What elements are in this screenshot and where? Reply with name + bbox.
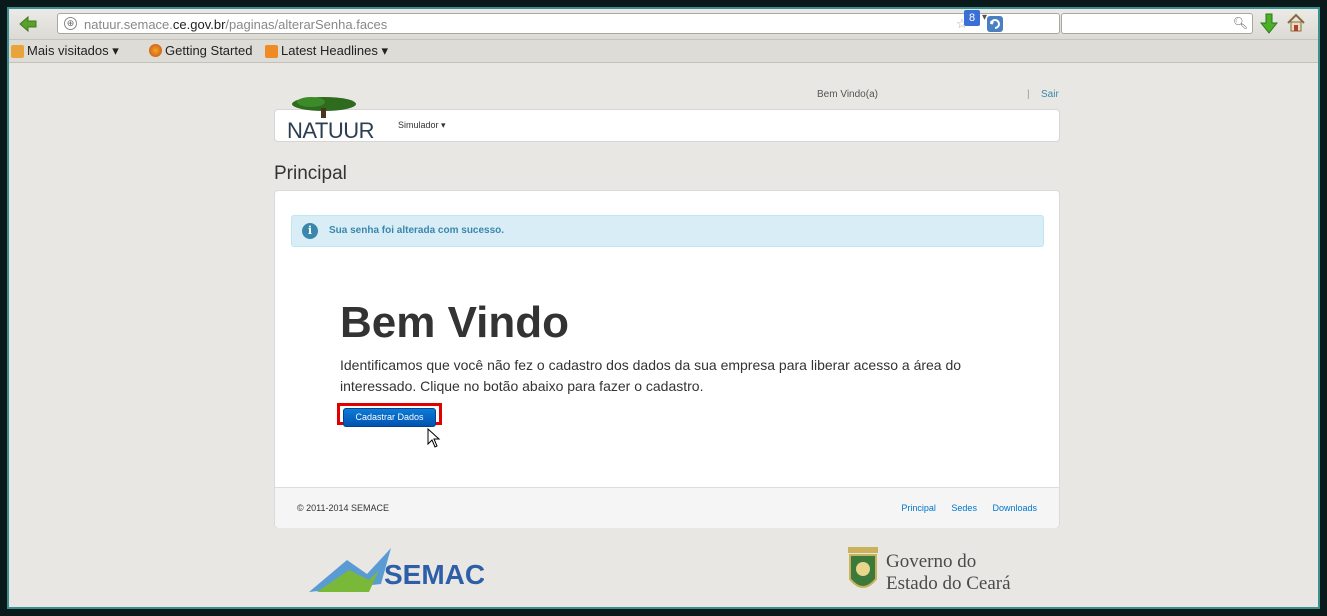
hero-text: Identificamos que você não fez o cadastr…	[340, 357, 962, 394]
cta-highlight-box: Cadastrar Dados	[337, 403, 442, 427]
search-engine-icon[interactable]: 8	[964, 10, 980, 26]
site-identity-icon[interactable]: ⊕	[64, 17, 77, 30]
svg-text:Estado do Ceará: Estado do Ceará	[886, 573, 1011, 594]
search-engine-dropdown-icon[interactable]: ▾	[982, 12, 987, 23]
footer-link-downloads[interactable]: Downloads	[992, 503, 1037, 513]
footer-links: Principal Sedes Downloads	[888, 503, 1037, 513]
web-page: Bem Vindo(a) | Sair NATUUR Simulador ▾ P…	[9, 63, 1318, 607]
logo-text: NATUUR	[287, 118, 375, 143]
semace-logo: SEMACE	[309, 548, 484, 592]
url-bar[interactable]: ⊕ natuur.semace.ce.gov.br/paginas/altera…	[57, 13, 1060, 34]
page-title: Principal	[274, 163, 347, 184]
success-alert: i Sua senha foi alterada com sucesso.	[291, 215, 1044, 247]
copyright-text: © 2011-2014 SEMACE	[297, 503, 390, 513]
governo-ceara-logo: Governo do Estado do Ceará	[848, 547, 1011, 594]
simulador-dropdown[interactable]: Simulador ▾	[398, 120, 446, 131]
logout-link[interactable]: Sair	[1041, 89, 1059, 100]
browser-toolbar: ⊕ natuur.semace.ce.gov.br/paginas/altera…	[9, 9, 1318, 40]
bookmark-most-visited[interactable]: Mais visitados ▾	[11, 43, 119, 59]
back-arrow-icon[interactable]	[19, 15, 37, 33]
firefox-icon	[149, 44, 162, 57]
info-icon: i	[302, 223, 318, 239]
header-separator: |	[1027, 89, 1030, 100]
screenshot-frame: ⊕ natuur.semace.ce.gov.br/paginas/altera…	[7, 7, 1320, 609]
panel-footer: © 2011-2014 SEMACE Principal Sedes Downl…	[275, 487, 1059, 528]
search-input[interactable]: 🔍︎	[1061, 13, 1253, 34]
footer-link-sedes[interactable]: Sedes	[951, 503, 977, 513]
reload-icon[interactable]	[986, 15, 1004, 33]
svg-text:SEMACE: SEMACE	[384, 559, 484, 590]
rss-icon	[265, 44, 278, 58]
bookmark-getting-started[interactable]: Getting Started	[149, 43, 252, 58]
welcome-user-text: Bem Vindo(a)	[817, 89, 878, 100]
download-arrow-icon[interactable]	[1260, 13, 1278, 35]
cadastrar-dados-button[interactable]: Cadastrar Dados	[343, 408, 436, 427]
tree-icon	[292, 97, 356, 118]
bookmarks-toolbar: Mais visitados ▾ Getting Started Latest …	[9, 40, 1318, 63]
hero-title: Bem Vindo	[340, 298, 570, 347]
mouse-cursor-icon	[427, 428, 441, 448]
svg-text:Governo do: Governo do	[886, 551, 976, 572]
footer-link-principal[interactable]: Principal	[901, 503, 936, 513]
url-text[interactable]: natuur.semace.ce.gov.br/paginas/alterarS…	[84, 17, 387, 32]
bookmark-latest-headlines[interactable]: Latest Headlines ▾	[265, 43, 388, 59]
folder-icon	[11, 44, 24, 58]
natuur-logo[interactable]: NATUUR	[285, 96, 380, 144]
search-icon[interactable]: 🔍︎	[1233, 16, 1248, 30]
alert-message: Sua senha foi alterada com sucesso.	[329, 225, 505, 236]
home-icon[interactable]	[1286, 13, 1306, 33]
main-panel: i Sua senha foi alterada com sucesso. Be…	[274, 190, 1060, 528]
app-navbar: NATUUR Simulador ▾	[274, 97, 1060, 143]
